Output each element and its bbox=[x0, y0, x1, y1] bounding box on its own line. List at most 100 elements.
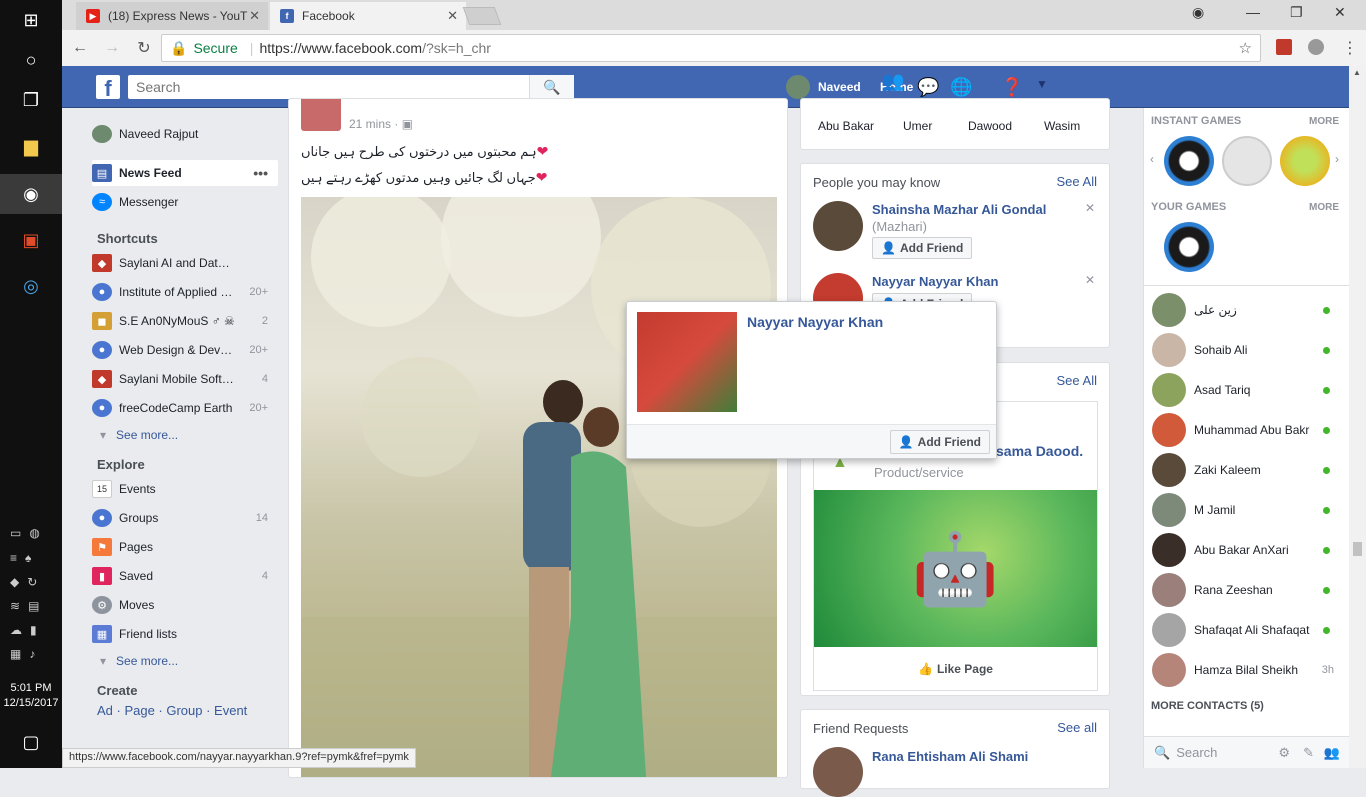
notifications-globe-icon[interactable]: 🌐 bbox=[950, 77, 972, 98]
chat-contact[interactable]: زین علی bbox=[1152, 290, 1342, 330]
shortcut-item[interactable]: ● Web Design & Dev… 20+ bbox=[92, 337, 278, 363]
nav-news-feed[interactable]: ▤ News Feed ••• bbox=[92, 160, 278, 186]
scrollbar-thumb[interactable] bbox=[1353, 542, 1362, 556]
file-explorer-icon[interactable]: ▆ bbox=[13, 128, 49, 164]
see-all-link[interactable]: See All bbox=[1057, 174, 1097, 189]
chat-contact[interactable]: Rana Zeeshan bbox=[1152, 570, 1342, 610]
tray-sync-icon[interactable]: ↻ bbox=[27, 575, 37, 589]
powerpoint-icon[interactable]: ▣ bbox=[13, 222, 49, 258]
chat-contact[interactable]: Muhammad Abu Bakr bbox=[1152, 410, 1342, 450]
more-options-icon[interactable]: ••• bbox=[253, 165, 268, 181]
explore-see-more[interactable]: ▾ See more... bbox=[100, 654, 178, 668]
chat-search-input[interactable]: Search bbox=[1176, 745, 1217, 760]
windows-start-icon[interactable]: ⊞ bbox=[13, 2, 49, 38]
explore-item-moves[interactable]: ⚙ Moves bbox=[92, 592, 278, 618]
post-timestamp[interactable]: 21 mins · ▣ bbox=[349, 117, 413, 131]
close-tab-icon[interactable]: ✕ bbox=[447, 8, 458, 24]
page-scrollbar[interactable]: ▲ bbox=[1349, 66, 1366, 768]
instant-games-more[interactable]: MORE bbox=[1309, 116, 1339, 127]
game-monster-icon[interactable] bbox=[1280, 136, 1330, 186]
tab-facebook[interactable]: f Facebook ✕ bbox=[270, 2, 466, 30]
tray-connect-icon[interactable]: ▦ bbox=[10, 647, 21, 661]
game-8ball-icon[interactable] bbox=[1164, 136, 1214, 186]
person-name[interactable]: Rana Ehtisham Ali Shami bbox=[872, 748, 1028, 765]
avatar[interactable] bbox=[813, 201, 863, 251]
messages-icon[interactable]: 💬 bbox=[917, 77, 939, 98]
explore-item-pages[interactable]: ⚑ Pages bbox=[92, 534, 278, 560]
chat-contact[interactable]: Zaki Kaleem bbox=[1152, 450, 1342, 490]
tray-hat-icon[interactable]: ♠ bbox=[25, 551, 31, 565]
chrome-icon[interactable]: ◉ bbox=[0, 174, 62, 214]
shortcut-item[interactable]: ◼ S.E An0NyMouS ♂ ☠ 2 bbox=[92, 308, 278, 334]
post-photo[interactable] bbox=[301, 197, 777, 777]
game-8ball-icon[interactable] bbox=[1164, 222, 1214, 272]
close-window-button[interactable]: ✕ bbox=[1334, 4, 1346, 21]
friend-requests-icon[interactable]: 👥 bbox=[882, 71, 904, 92]
dismiss-icon[interactable]: ✕ bbox=[1085, 273, 1095, 287]
person-name[interactable]: Shainsha Mazhar Ali Gondal (Mazhari) bbox=[872, 201, 1062, 235]
extension-grey-icon[interactable] bbox=[1308, 39, 1324, 55]
story-name[interactable]: Dawood bbox=[968, 119, 1012, 133]
omnibox[interactable]: 🔒 Secure | https://www.facebook.com/?sk=… bbox=[161, 34, 1261, 62]
chat-contact[interactable]: M Jamil bbox=[1152, 490, 1342, 530]
tray-battery-icon[interactable]: ▮ bbox=[30, 623, 37, 637]
extension-red-icon[interactable] bbox=[1276, 39, 1292, 55]
close-tab-icon[interactable]: ✕ bbox=[249, 8, 260, 24]
new-message-icon[interactable]: ✎ bbox=[1303, 745, 1314, 761]
new-tab-button[interactable] bbox=[462, 7, 502, 25]
person-name[interactable]: Nayyar Nayyar Khan bbox=[872, 273, 998, 290]
avatar[interactable] bbox=[813, 747, 863, 797]
explore-item-saved[interactable]: ▮ Saved 4 bbox=[92, 563, 278, 589]
profile-icon[interactable]: ◉ bbox=[1192, 4, 1204, 21]
shortcut-item[interactable]: ● freeCodeCamp Earth 20+ bbox=[92, 395, 278, 421]
chat-contact[interactable]: Sohaib Ali bbox=[1152, 330, 1342, 370]
shortcut-item[interactable]: ◆ Saylani AI and Dat… bbox=[92, 250, 278, 276]
create-group-icon[interactable]: 👥 bbox=[1324, 745, 1340, 761]
explore-item-friend-lists[interactable]: ▦ Friend lists bbox=[92, 621, 278, 647]
tray-wifi-icon[interactable]: ≋ bbox=[10, 599, 20, 613]
reload-icon[interactable]: ↻ bbox=[130, 38, 158, 58]
nav-profile[interactable]: Naveed Rajput bbox=[92, 121, 278, 147]
tray-cloud-icon[interactable]: ☁ bbox=[10, 623, 22, 637]
nav-messenger[interactable]: ≈ Messenger bbox=[92, 189, 278, 215]
search-input[interactable] bbox=[128, 75, 574, 99]
minimize-button[interactable]: — bbox=[1246, 4, 1260, 20]
dismiss-icon[interactable]: ✕ bbox=[1085, 201, 1095, 215]
tray-monitor-icon[interactable]: ▭ bbox=[10, 526, 21, 540]
wifi-app-icon[interactable]: ◎ bbox=[13, 268, 49, 304]
story-name[interactable]: Umer bbox=[903, 119, 932, 133]
back-icon[interactable]: ← bbox=[66, 39, 94, 57]
your-games-more[interactable]: MORE bbox=[1309, 202, 1339, 213]
story-name[interactable]: Wasim bbox=[1044, 119, 1080, 133]
add-friend-button[interactable]: 👤Add Friend bbox=[889, 430, 990, 454]
clock-time[interactable]: 5:01 PM bbox=[0, 681, 62, 696]
add-friend-button[interactable]: 👤Add Friend bbox=[872, 237, 973, 259]
profile-link[interactable]: Naveed bbox=[786, 75, 861, 99]
explore-item-groups[interactable]: ● Groups 14 bbox=[92, 505, 278, 531]
tray-display-icon[interactable]: ▤ bbox=[28, 599, 39, 613]
help-icon[interactable]: ❓ bbox=[1001, 77, 1023, 98]
tray-stack-icon[interactable]: ≡ bbox=[10, 551, 17, 565]
shortcut-item[interactable]: ● Institute of Applied … 20+ bbox=[92, 279, 278, 305]
game-profile-icon[interactable] bbox=[1222, 136, 1272, 186]
story-name[interactable]: Abu Bakar bbox=[818, 119, 874, 133]
see-all-link[interactable]: See all bbox=[1057, 720, 1097, 735]
post-author-avatar[interactable] bbox=[301, 99, 341, 131]
search-button[interactable]: 🔍 bbox=[529, 75, 574, 99]
chrome-menu-icon[interactable]: ⋮ bbox=[1342, 38, 1358, 58]
chat-contact[interactable]: Hamza Bilal Sheikh 3h bbox=[1152, 650, 1342, 690]
tray-network-icon[interactable]: ◍ bbox=[29, 526, 39, 540]
create-links[interactable]: Ad · Page · Group · Event bbox=[97, 703, 247, 718]
task-view-icon[interactable]: ❐ bbox=[13, 82, 49, 118]
scroll-up-icon[interactable]: ▲ bbox=[1353, 68, 1361, 77]
like-page-button[interactable]: 👍 Like Page bbox=[814, 647, 1097, 691]
forward-icon[interactable]: → bbox=[98, 39, 126, 57]
bookmark-star-icon[interactable]: ☆ bbox=[1239, 39, 1252, 57]
page-cover-image[interactable]: 🤖 bbox=[814, 490, 1097, 647]
chat-contact[interactable]: Asad Tariq bbox=[1152, 370, 1342, 410]
maximize-button[interactable]: ❐ bbox=[1290, 4, 1303, 21]
facebook-logo[interactable]: f bbox=[96, 75, 120, 101]
page-name[interactable]: sama Daood. bbox=[996, 443, 1083, 459]
tray-volume-icon[interactable]: ♪ bbox=[29, 647, 35, 661]
chevron-left-icon[interactable]: ‹ bbox=[1150, 152, 1154, 166]
